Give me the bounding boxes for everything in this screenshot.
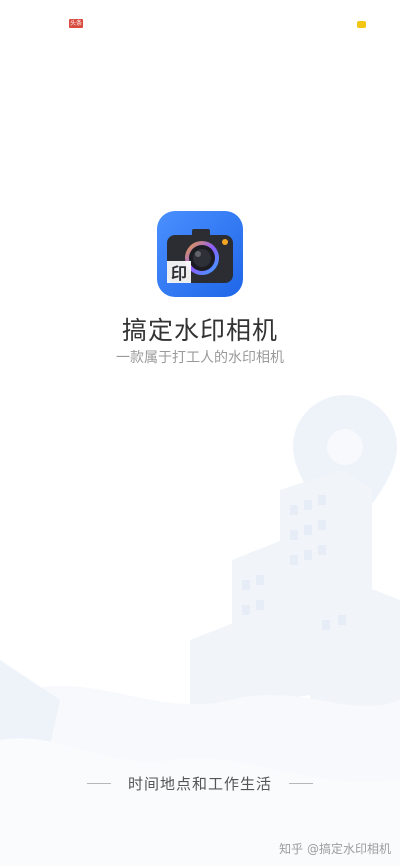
tagline-divider-left — [86, 782, 111, 784]
background-illustration — [0, 395, 400, 866]
footer-tagline: 时间地点和工作生活 — [0, 772, 400, 794]
app-logo-icon: 印 — [157, 211, 243, 297]
tagline-divider-right — [289, 782, 313, 784]
app-slogan: 一款属于打工人的水印相机 — [116, 350, 284, 366]
tagline-text: 时间地点和工作生活 — [127, 774, 272, 793]
watermark-text: 知乎 @搞定水印相机 — [279, 842, 391, 856]
app-name: 搞定水印相机 — [121, 316, 278, 345]
logo-glyph: 印 — [171, 264, 187, 283]
